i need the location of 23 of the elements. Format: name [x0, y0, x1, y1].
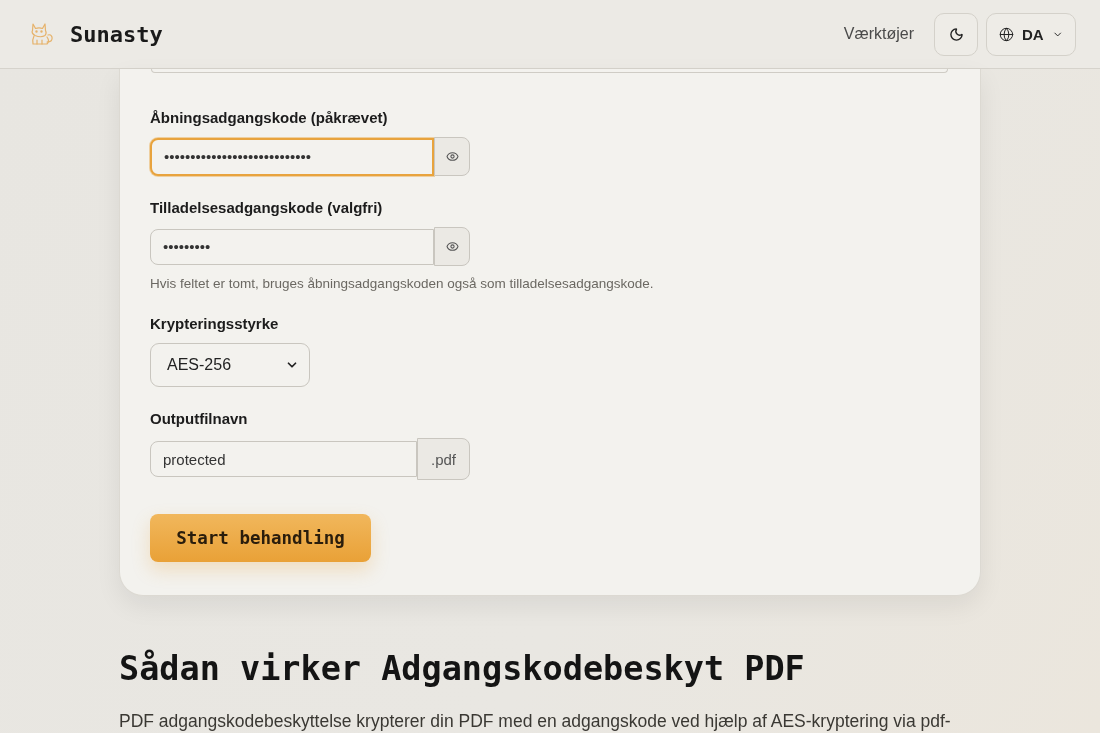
section-heading: Sådan virker Adgangskodebeskyt PDF [119, 649, 806, 689]
eye-icon [445, 150, 459, 163]
field-label: Outputfilnavn [150, 410, 248, 428]
show-password-button[interactable] [434, 137, 470, 176]
section-paragraph: PDF adgangskodebeskyttelse krypterer din PDF med en adgangskode ved hjælp af AES-kryptering via pdf- [119, 711, 952, 731]
password-field[interactable]: •••••••••••••••••••••••••••• [150, 137, 434, 176]
password-field[interactable]: ••••••••• [150, 228, 434, 265]
show-password-button[interactable] [434, 227, 470, 266]
brand-name: Sunasty [70, 21, 163, 47]
language-button[interactable]: DA [986, 12, 1076, 56]
field-label: Åbningsadgangskode (påkrævet) [150, 109, 388, 127]
field-label: Tilladelsesadgangskode (valgfri) [150, 199, 383, 217]
filename-field[interactable]: protected [150, 441, 417, 477]
tools-link[interactable]: Værktøjer [843, 25, 914, 43]
theme-toggle-button[interactable] [934, 12, 978, 56]
file-extension: .pdf [417, 438, 470, 480]
encryption-select[interactable]: AES-256 [150, 343, 310, 387]
eye-icon [445, 240, 459, 253]
moon-icon [948, 26, 964, 42]
helper-text: Hvis feltet er tomt, bruges åbningsadgangskoden også som tilladelsesadgangskode. [150, 276, 654, 292]
globe-icon [999, 25, 1014, 43]
field-label: Krypteringsstyrke [150, 315, 279, 333]
start-button[interactable]: Start behandling [150, 514, 371, 562]
